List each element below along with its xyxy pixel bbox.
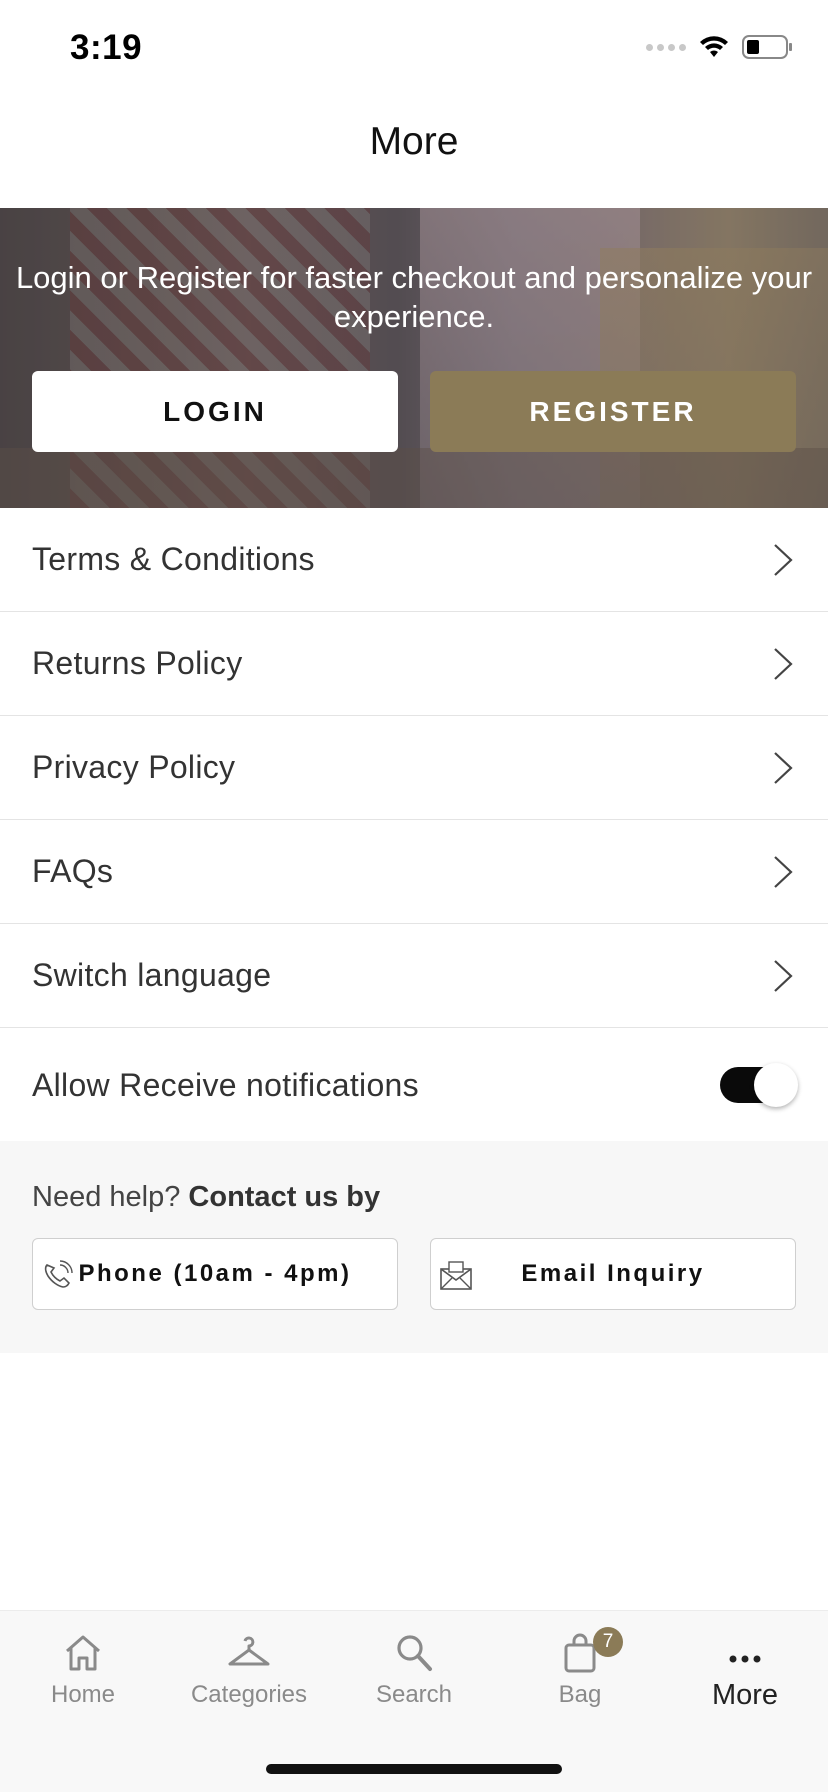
notifications-label: Allow Receive notifications <box>32 1066 419 1103</box>
menu-item-faqs[interactable]: FAQs <box>0 820 828 924</box>
help-section: Need help? Contact us by Phone (10am - 4… <box>0 1141 828 1353</box>
menu-item-returns[interactable]: Returns Policy <box>0 612 828 716</box>
banner-message: Login or Register for faster checkout an… <box>15 260 813 334</box>
chevron-right-icon <box>774 647 793 680</box>
page-title: More <box>369 120 459 163</box>
menu-item-label: Terms & Conditions <box>32 541 315 577</box>
phone-button-label: Phone (10am - 4pm) <box>78 1260 352 1287</box>
tab-home[interactable]: Home <box>0 1631 166 1709</box>
tab-label: Home <box>50 1681 116 1708</box>
signal-icon <box>646 43 686 51</box>
menu-item-label: Privacy Policy <box>32 749 236 785</box>
tab-categories[interactable]: Categories <box>166 1631 332 1709</box>
chevron-right-icon <box>774 959 793 992</box>
notifications-toggle[interactable] <box>720 1063 798 1107</box>
help-emphasis: Contact us by <box>188 1181 381 1213</box>
home-indicator <box>266 1764 562 1774</box>
email-inquiry-button[interactable]: Email Inquiry <box>430 1238 796 1310</box>
phone-icon <box>44 1260 73 1288</box>
contact-buttons: Phone (10am - 4pm) Email Inquiry <box>32 1238 796 1310</box>
status-icons <box>646 34 794 60</box>
tab-search[interactable]: Search <box>331 1631 497 1709</box>
menu-item-label: Returns Policy <box>32 645 243 681</box>
help-text: Need help? Contact us by <box>32 1181 380 1214</box>
login-banner: Login or Register for faster checkout an… <box>0 208 828 508</box>
home-icon <box>66 1635 100 1671</box>
chevron-right-icon <box>774 543 793 576</box>
chevron-right-icon <box>774 751 793 784</box>
email-button-label: Email Inquiry <box>521 1260 705 1287</box>
status-bar: 3:19 <box>0 0 828 96</box>
phone-button[interactable]: Phone (10am - 4pm) <box>32 1238 398 1310</box>
search-icon <box>397 1635 432 1671</box>
wifi-icon <box>700 36 728 57</box>
tab-bag[interactable]: 7 Bag <box>497 1627 663 1709</box>
auth-buttons: LOGIN REGISTER <box>32 371 796 452</box>
menu-item-switch-language[interactable]: Switch language <box>0 924 828 1028</box>
hanger-icon <box>228 1636 270 1666</box>
login-button[interactable]: LOGIN <box>32 371 398 452</box>
envelope-icon <box>440 1261 472 1290</box>
tab-label: Search <box>375 1681 453 1708</box>
chevron-right-icon <box>774 855 793 888</box>
toggle-knob <box>754 1063 798 1107</box>
bag-count-badge: 7 <box>593 1627 623 1657</box>
notifications-row: Allow Receive notifications <box>0 1028 828 1143</box>
menu-item-terms[interactable]: Terms & Conditions <box>0 508 828 612</box>
menu-item-label: FAQs <box>32 853 114 889</box>
more-icon <box>729 1655 761 1663</box>
status-time: 3:19 <box>70 28 143 67</box>
battery-icon <box>742 35 792 59</box>
help-prefix: Need help? <box>32 1181 181 1213</box>
tab-label: Bag <box>558 1681 602 1708</box>
tab-label: Categories <box>190 1681 308 1708</box>
tab-label: More <box>711 1679 779 1711</box>
menu-item-label: Switch language <box>32 957 272 993</box>
settings-menu: Terms & Conditions Returns Policy Privac… <box>0 508 828 1143</box>
register-button[interactable]: REGISTER <box>430 371 796 452</box>
tab-more[interactable]: More <box>662 1631 828 1712</box>
menu-item-privacy[interactable]: Privacy Policy <box>0 716 828 820</box>
